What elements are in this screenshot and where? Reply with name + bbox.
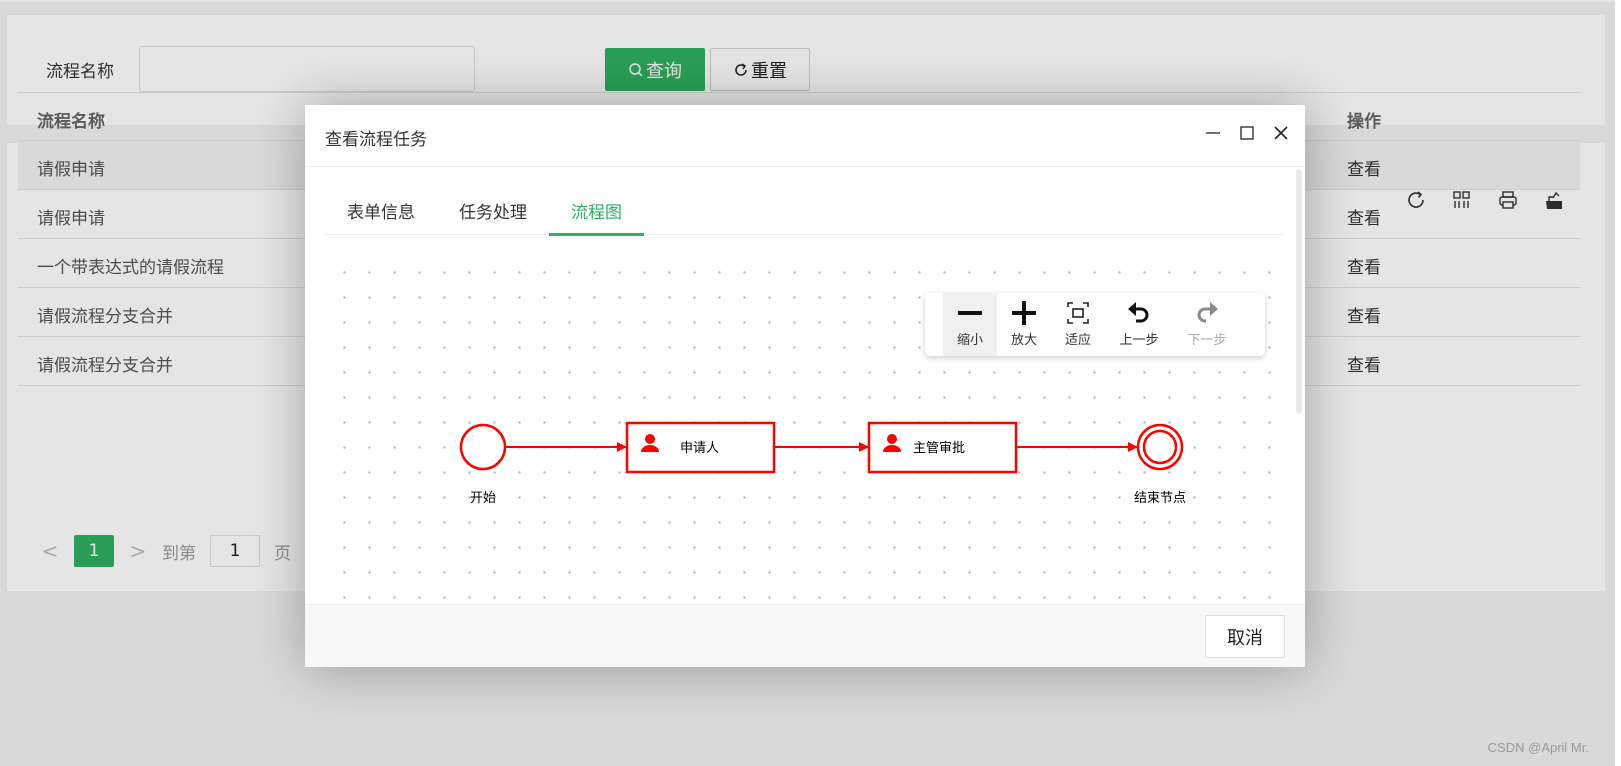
zoom-in-icon <box>1012 301 1036 325</box>
watermark: CSDN @April Mr. <box>1487 740 1589 755</box>
dialog-title: 查看流程任务 <box>325 130 427 150</box>
undo-button[interactable]: 上一步 <box>1105 293 1173 356</box>
dialog-tabs: 表单信息 任务处理 流程图 <box>325 185 1283 236</box>
view-task-dialog: 查看流程任务 表单信息 任务处理 流程图 开始 申请人 主管审批 结束节点 缩小… <box>305 105 1305 667</box>
fit-icon <box>1067 302 1089 324</box>
dialog-footer: 取消 <box>305 604 1305 667</box>
undo-label: 上一步 <box>1119 333 1159 348</box>
zoom-out-button[interactable]: 缩小 <box>943 293 997 356</box>
fit-button[interactable]: 适应 <box>1051 293 1105 356</box>
redo-label: 下一步 <box>1187 333 1227 348</box>
dialog-header: 查看流程任务 <box>305 105 1305 167</box>
zoom-out-icon <box>958 311 982 315</box>
redo-button[interactable]: 下一步 <box>1173 293 1241 356</box>
end-event-node[interactable] <box>1136 423 1184 471</box>
tab-flow-chart[interactable]: 流程图 <box>549 185 644 236</box>
cancel-button[interactable]: 取消 <box>1205 615 1285 658</box>
tab-form-info[interactable]: 表单信息 <box>325 185 437 235</box>
minimize-icon[interactable] <box>1205 125 1221 141</box>
task-node-supervisor-label: 主管审批 <box>913 441 965 456</box>
start-event-label: 开始 <box>470 491 496 506</box>
zoom-out-label: 缩小 <box>956 333 983 348</box>
diagram-toolbar: 缩小 放大 适应 上一步 下一步 <box>925 293 1265 356</box>
close-icon[interactable] <box>1273 125 1289 141</box>
zoom-in-label: 放大 <box>1010 333 1037 348</box>
task-node-applicant-label: 申请人 <box>680 441 719 456</box>
fit-label: 适应 <box>1064 333 1091 348</box>
dialog-body: 表单信息 任务处理 流程图 开始 申请人 主管审批 结束节点 缩小 放大 适应 … <box>305 167 1305 604</box>
end-event-label: 结束节点 <box>1134 491 1186 506</box>
dialog-scrollbar[interactable] <box>1296 169 1302 414</box>
tab-task-handling[interactable]: 任务处理 <box>437 185 549 235</box>
redo-icon <box>1197 302 1218 323</box>
maximize-icon[interactable] <box>1239 125 1255 141</box>
undo-icon <box>1128 302 1149 323</box>
start-event-node[interactable] <box>459 423 507 471</box>
zoom-in-button[interactable]: 放大 <box>997 293 1051 356</box>
